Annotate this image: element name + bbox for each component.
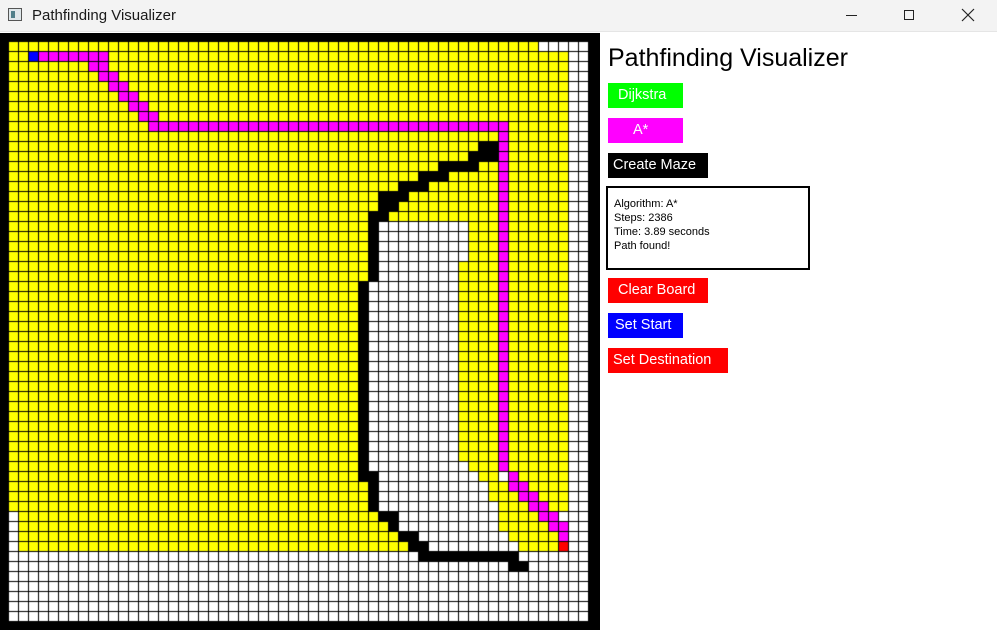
stats-box: Algorithm: A* Steps: 2386 Time: 3.89 sec… bbox=[606, 186, 810, 270]
minimize-button[interactable] bbox=[822, 0, 880, 30]
steps-text: Steps: 2386 bbox=[614, 212, 673, 224]
astar-button[interactable]: A* bbox=[608, 118, 683, 143]
control-panel: Pathfinding Visualizer Dijkstra A* Creat… bbox=[600, 33, 997, 630]
maximize-icon bbox=[904, 10, 914, 20]
create-maze-button[interactable]: Create Maze bbox=[608, 153, 708, 178]
pathfinding-grid[interactable] bbox=[0, 33, 600, 630]
close-icon bbox=[961, 8, 975, 22]
title-bar: Pathfinding Visualizer bbox=[0, 0, 997, 32]
maximize-button[interactable] bbox=[880, 0, 938, 30]
algorithm-text: Algorithm: A* bbox=[614, 198, 678, 210]
close-button[interactable] bbox=[939, 0, 997, 30]
window-title: Pathfinding Visualizer bbox=[32, 7, 176, 24]
time-text: Time: 3.89 seconds bbox=[614, 226, 710, 238]
set-destination-button[interactable]: Set Destination bbox=[608, 348, 728, 373]
minimize-icon bbox=[845, 14, 857, 16]
status-text: Path found! bbox=[614, 240, 671, 252]
panel-heading: Pathfinding Visualizer bbox=[608, 44, 848, 72]
clear-board-button[interactable]: Clear Board bbox=[608, 278, 708, 303]
app-icon bbox=[8, 8, 22, 21]
dijkstra-button[interactable]: Dijkstra bbox=[608, 83, 683, 108]
set-start-button[interactable]: Set Start bbox=[608, 313, 683, 338]
